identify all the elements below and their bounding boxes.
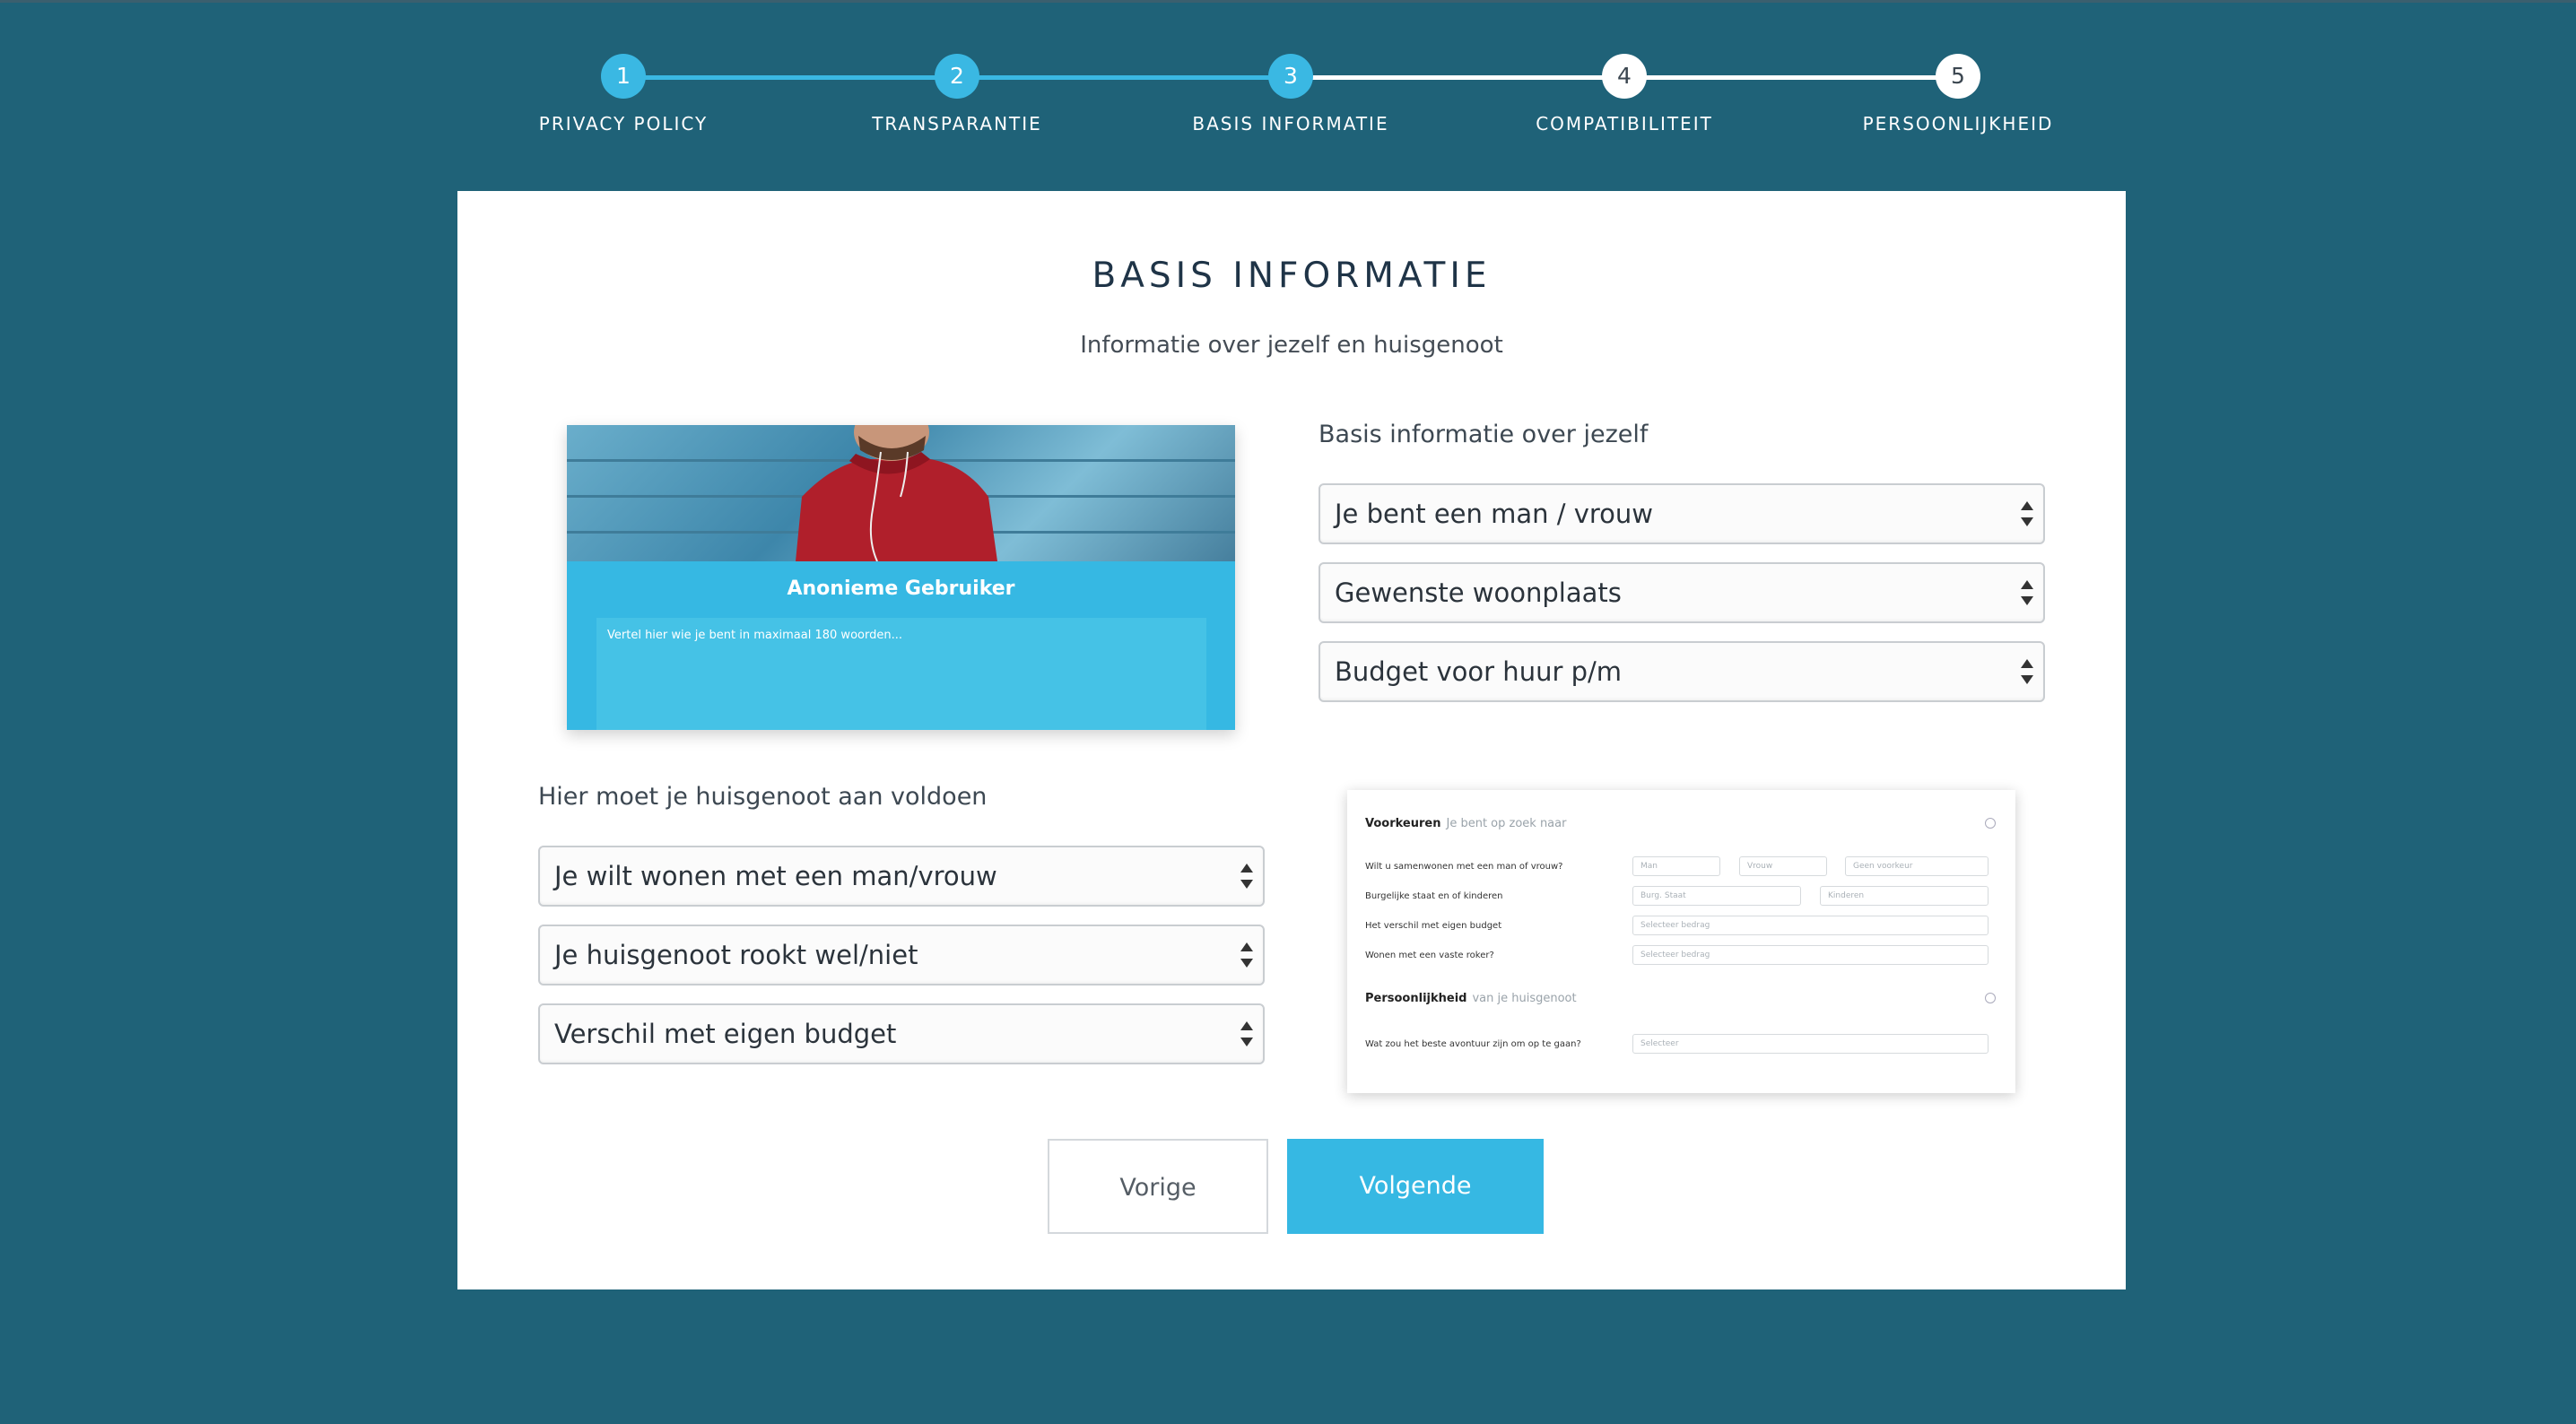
prefs-q2-kinderen: Kinderen	[1820, 886, 1989, 906]
gender-select-value: Je bent een man / vrouw	[1335, 499, 1654, 529]
select-arrows-icon	[2020, 500, 2034, 527]
step-1-circle: 1	[601, 54, 646, 99]
select-arrows-icon	[2020, 579, 2034, 606]
prefs-q1-man: Man	[1632, 856, 1720, 876]
preferences-preview: Voorkeuren Je bent op zoek naar Wilt u sa…	[1347, 790, 2015, 1093]
progress-stepper: 1 PRIVACY POLICY 2 TRANSPARANTIE 3 BASIS…	[0, 54, 2576, 152]
prefs-question-5: Wat zou het beste avontuur zijn om op te…	[1365, 1039, 1581, 1049]
profile-name: Anonieme Gebruiker	[787, 577, 1015, 600]
budget-select[interactable]: Budget voor huur p/m	[1318, 641, 2045, 702]
prefs-q3-select: Selecteer bedrag	[1632, 916, 1989, 935]
roommate-gender-value: Je wilt wonen met een man/vrouw	[554, 861, 997, 891]
profile-description-field[interactable]: Vertel hier wie je bent in maximaal 180 …	[596, 618, 1206, 730]
prefs-section1-title: Voorkeuren	[1365, 817, 1441, 830]
roommate-budget-select[interactable]: Verschil met eigen budget	[538, 1003, 1265, 1064]
prefs-q1-geen: Geen voorkeur	[1845, 856, 1989, 876]
step-2-circle: 2	[935, 54, 979, 99]
roommate-smoking-value: Je huisgenoot rookt wel/niet	[554, 940, 918, 970]
select-arrows-icon	[1240, 863, 1254, 890]
step-5-label: PERSOONLIJKHEID	[1862, 113, 2054, 135]
step-4[interactable]: 4 COMPATIBILITEIT	[1454, 54, 1795, 135]
person-illustration	[796, 425, 997, 561]
prefs-question-4: Wonen met een vaste roker?	[1365, 951, 1494, 960]
previous-button[interactable]: Vorige	[1048, 1139, 1268, 1234]
prefs-section2-sub: van je huisgenoot	[1472, 992, 1577, 1005]
profile-preview: Anonieme Gebruiker Vertel hier wie je be…	[567, 425, 1235, 730]
location-select[interactable]: Gewenste woonplaats	[1318, 562, 2045, 623]
page-title: BASIS INFORMATIE	[1092, 256, 1492, 296]
step-3-circle: 3	[1268, 54, 1313, 99]
step-2[interactable]: 2 TRANSPARANTIE	[787, 54, 1127, 135]
prefs-question-1: Wilt u samenwonen met een man of vrouw?	[1365, 862, 1563, 872]
prefs-section1-sub: Je bent op zoek naar	[1446, 817, 1567, 830]
top-border	[0, 0, 2576, 3]
page-subtitle: Informatie over jezelf en huisgenoot	[1080, 332, 1503, 359]
self-section-label: Basis informatie over jezelf	[1318, 421, 1649, 448]
prefs-q1-vrouw: Vrouw	[1739, 856, 1827, 876]
roommate-section-label: Hier moet je huisgenoot aan voldoen	[538, 783, 988, 811]
prefs-question-2: Burgelijke staat en of kinderen	[1365, 891, 1503, 901]
location-select-value: Gewenste woonplaats	[1335, 577, 1622, 608]
select-arrows-icon	[1240, 942, 1254, 968]
step-5-circle: 5	[1936, 54, 1980, 99]
roommate-smoking-select[interactable]: Je huisgenoot rookt wel/niet	[538, 925, 1265, 986]
next-button[interactable]: Volgende	[1287, 1139, 1544, 1234]
help-icon	[1985, 818, 1996, 829]
roommate-gender-select[interactable]: Je wilt wonen met een man/vrouw	[538, 846, 1265, 907]
step-5[interactable]: 5 PERSOONLIJKHEID	[1788, 54, 2128, 135]
step-4-circle: 4	[1602, 54, 1647, 99]
prefs-section2-heading: Persoonlijkheid van je huisgenoot	[1365, 992, 1577, 1005]
prefs-section2-title: Persoonlijkheid	[1365, 992, 1467, 1005]
step-4-label: COMPATIBILITEIT	[1536, 113, 1713, 135]
budget-select-value: Budget voor huur p/m	[1335, 656, 1623, 687]
prefs-question-3: Het verschil met eigen budget	[1365, 921, 1502, 931]
step-3[interactable]: 3 BASIS INFORMATIE	[1120, 54, 1461, 135]
roommate-budget-value: Verschil met eigen budget	[554, 1019, 897, 1049]
prefs-q5-select: Selecteer	[1632, 1034, 1989, 1054]
prefs-q2-staat: Burg. Staat	[1632, 886, 1801, 906]
select-arrows-icon	[2020, 658, 2034, 685]
step-3-label: BASIS INFORMATIE	[1192, 113, 1389, 135]
step-1[interactable]: 1 PRIVACY POLICY	[453, 54, 794, 135]
form-card: BASIS INFORMATIE Informatie over jezelf …	[457, 191, 2126, 1289]
step-1-label: PRIVACY POLICY	[538, 113, 709, 135]
profile-photo	[567, 425, 1235, 561]
select-arrows-icon	[1240, 1020, 1254, 1047]
step-2-label: TRANSPARANTIE	[872, 113, 1042, 135]
gender-select[interactable]: Je bent een man / vrouw	[1318, 483, 2045, 544]
help-icon	[1985, 993, 1996, 1003]
prefs-q4-select: Selecteer bedrag	[1632, 945, 1989, 965]
prefs-section1-heading: Voorkeuren Je bent op zoek naar	[1365, 817, 1566, 830]
